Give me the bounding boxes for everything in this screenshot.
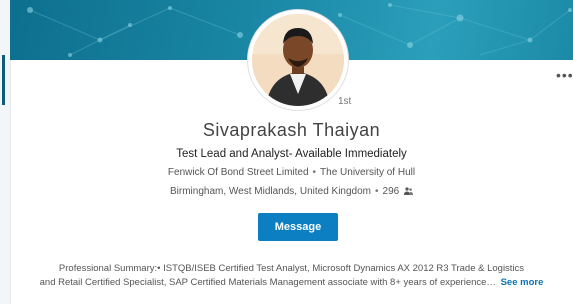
- connection-degree: 1st: [338, 96, 352, 107]
- profile-name: Sivaprakash Thaiyan: [202, 120, 381, 140]
- education[interactable]: The University of Hull: [320, 167, 415, 178]
- separator: •: [312, 167, 317, 178]
- separator: •: [375, 186, 379, 197]
- profile-headline: Test Lead and Analyst- Available Immedia…: [176, 148, 407, 160]
- company-education-line: Fenwick Of Bond Street Limited • The Unive…: [10, 167, 573, 178]
- current-company[interactable]: Fenwick Of Bond Street Limited: [168, 167, 309, 178]
- message-button[interactable]: Message: [258, 213, 338, 241]
- see-more-link[interactable]: See more: [501, 277, 544, 288]
- connections-icon: [404, 187, 413, 195]
- connections-count[interactable]: 296: [383, 186, 400, 197]
- location: Birmingham, West Midlands, United Kingdo…: [170, 186, 372, 197]
- summary-line-1: Professional Summary:• ISTQB/ISEB Certif…: [58, 263, 525, 274]
- more-icon[interactable]: •••: [556, 68, 573, 82]
- location-line: Birmingham, West Midlands, United Kingdo…: [10, 186, 573, 197]
- strip-accent: [2, 55, 5, 105]
- profile-photo-image: [252, 14, 344, 106]
- profile-photo[interactable]: [248, 10, 348, 110]
- summary-text: and Retail Certified Specialist, SAP Cer…: [39, 277, 496, 288]
- left-page-strip: [0, 0, 10, 304]
- summary-line-2: and Retail Certified Specialist, SAP Cer…: [10, 277, 573, 288]
